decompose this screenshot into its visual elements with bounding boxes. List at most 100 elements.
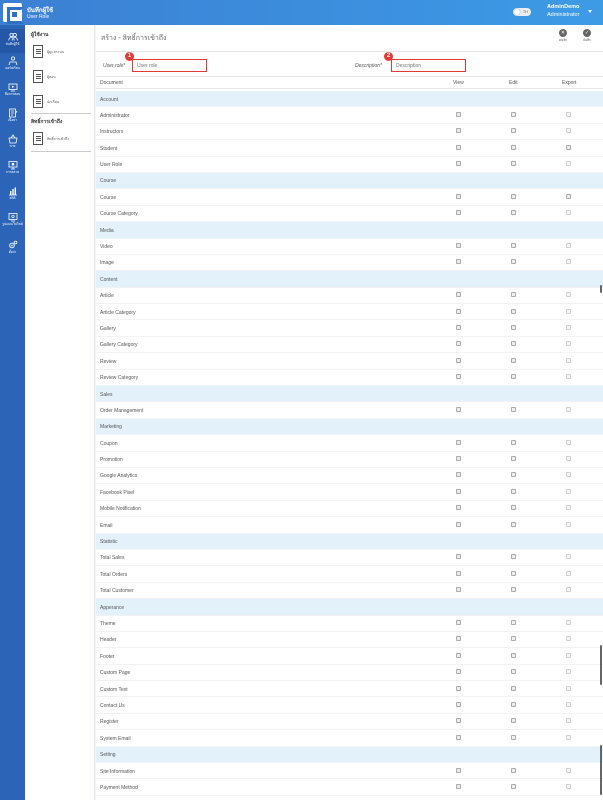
edit-checkbox[interactable] [511,341,516,347]
export-checkbox[interactable] [566,144,571,150]
view-checkbox[interactable] [456,193,461,199]
edit-checkbox[interactable] [511,324,516,330]
edit-checkbox[interactable] [511,111,516,117]
sidebar-item-course[interactable]: คอร์สเรียน [0,53,25,77]
edit-checkbox[interactable] [511,259,516,265]
view-checkbox[interactable] [456,292,461,298]
edit-checkbox[interactable] [511,456,516,462]
view-checkbox[interactable] [456,669,461,675]
sidebar-item-settings[interactable]: ตั้งค่า [0,237,25,261]
subpanel-item-access-rights[interactable]: สิทธิ์การเข้าถึง [33,132,93,150]
edit-checkbox[interactable] [511,193,516,199]
sidebar-item-marketing[interactable]: การตลาด [0,157,25,181]
view-checkbox[interactable] [456,357,461,363]
view-checkbox[interactable] [456,128,461,134]
edit-checkbox[interactable] [511,554,516,560]
sidebar-item-statistic[interactable]: สถิติ [0,183,25,207]
chevron-down-icon[interactable] [588,10,592,13]
view-checkbox[interactable] [456,144,461,150]
view-checkbox[interactable] [456,374,461,380]
sidebar-item-users[interactable]: บันทึกผู้ใช้ [0,29,25,53]
view-checkbox[interactable] [456,587,461,593]
save-button[interactable]: ✓ บันทึก [580,29,594,43]
language-toggle[interactable]: TH [513,8,531,16]
export-checkbox [566,259,571,265]
edit-checkbox[interactable] [511,685,516,691]
edit-checkbox[interactable] [511,620,516,625]
description-input[interactable] [391,59,466,72]
basket-icon [8,134,17,144]
edit-checkbox[interactable] [511,439,516,445]
edit-checkbox[interactable] [511,210,516,216]
view-checkbox[interactable] [456,406,461,412]
edit-checkbox[interactable] [511,718,516,724]
edit-checkbox[interactable] [511,308,516,314]
edit-checkbox[interactable] [511,406,516,412]
view-checkbox[interactable] [456,505,461,511]
edit-checkbox[interactable] [511,374,516,380]
export-checkbox[interactable] [566,193,571,199]
view-checkbox[interactable] [456,701,461,707]
view-checkbox[interactable] [456,685,461,691]
edit-checkbox[interactable] [511,701,516,707]
edit-checkbox[interactable] [511,636,516,642]
edit-checkbox[interactable] [511,587,516,593]
app-logo[interactable] [3,3,24,24]
view-checkbox[interactable] [456,472,461,478]
edit-checkbox[interactable] [511,488,516,494]
edit-checkbox[interactable] [511,144,516,150]
view-checkbox[interactable] [456,734,461,740]
edit-checkbox[interactable] [511,505,516,511]
view-checkbox[interactable] [456,439,461,445]
user-role-input[interactable] [132,59,207,72]
permission-row: Mobile Notification [96,501,603,518]
subpanel-item-instructors[interactable]: ผู้สอน [33,70,93,88]
edit-checkbox[interactable] [511,570,516,576]
edit-checkbox[interactable] [511,783,516,789]
view-checkbox[interactable] [456,341,461,347]
edit-checkbox[interactable] [511,734,516,740]
view-checkbox[interactable] [456,308,461,314]
view-checkbox[interactable] [456,570,461,576]
view-checkbox[interactable] [456,210,461,216]
edit-checkbox[interactable] [511,669,516,675]
sidebar-item-website[interactable]: รูปแบบเว็บไซต์ [0,209,25,233]
view-checkbox[interactable] [456,259,461,265]
edit-checkbox[interactable] [511,292,516,298]
view-checkbox[interactable] [456,324,461,330]
scrollbar-thumb[interactable] [600,645,602,685]
edit-checkbox[interactable] [511,161,516,167]
view-checkbox[interactable] [456,652,461,658]
export-checkbox [566,128,571,134]
view-checkbox[interactable] [456,783,461,789]
view-checkbox[interactable] [456,111,461,117]
edit-checkbox[interactable] [511,521,516,527]
sidebar-item-sales[interactable]: ขาย [0,131,25,155]
title-divider [96,51,603,52]
edit-checkbox[interactable] [511,243,516,249]
view-checkbox[interactable] [456,488,461,494]
scrollbar-thumb[interactable] [600,745,602,795]
scrollbar-thumb[interactable] [600,285,602,293]
subpanel-item-administrator[interactable]: ผู้ดูแลระบบ [33,45,93,63]
view-checkbox[interactable] [456,620,461,625]
edit-checkbox[interactable] [511,357,516,363]
sidebar-item-content[interactable]: เนื้อหา [0,105,25,129]
user-name[interactable]: AdminDemo [547,4,579,10]
edit-checkbox[interactable] [511,472,516,478]
sidebar-item-media[interactable]: สื่อการสอน [0,79,25,103]
main-content: สร้าง - สิทธิ์การเข้าถึง ✕ ยกเลิก ✓ บันท… [96,25,603,800]
edit-checkbox[interactable] [511,128,516,134]
view-checkbox[interactable] [456,718,461,724]
view-checkbox[interactable] [456,521,461,527]
edit-checkbox[interactable] [511,767,516,773]
view-checkbox[interactable] [456,636,461,642]
view-checkbox[interactable] [456,161,461,167]
subpanel-item-student[interactable]: นักเรียน [33,95,93,113]
view-checkbox[interactable] [456,456,461,462]
view-checkbox[interactable] [456,243,461,249]
cancel-button[interactable]: ✕ ยกเลิก [556,29,570,43]
view-checkbox[interactable] [456,767,461,773]
edit-checkbox[interactable] [511,652,516,658]
view-checkbox[interactable] [456,554,461,560]
